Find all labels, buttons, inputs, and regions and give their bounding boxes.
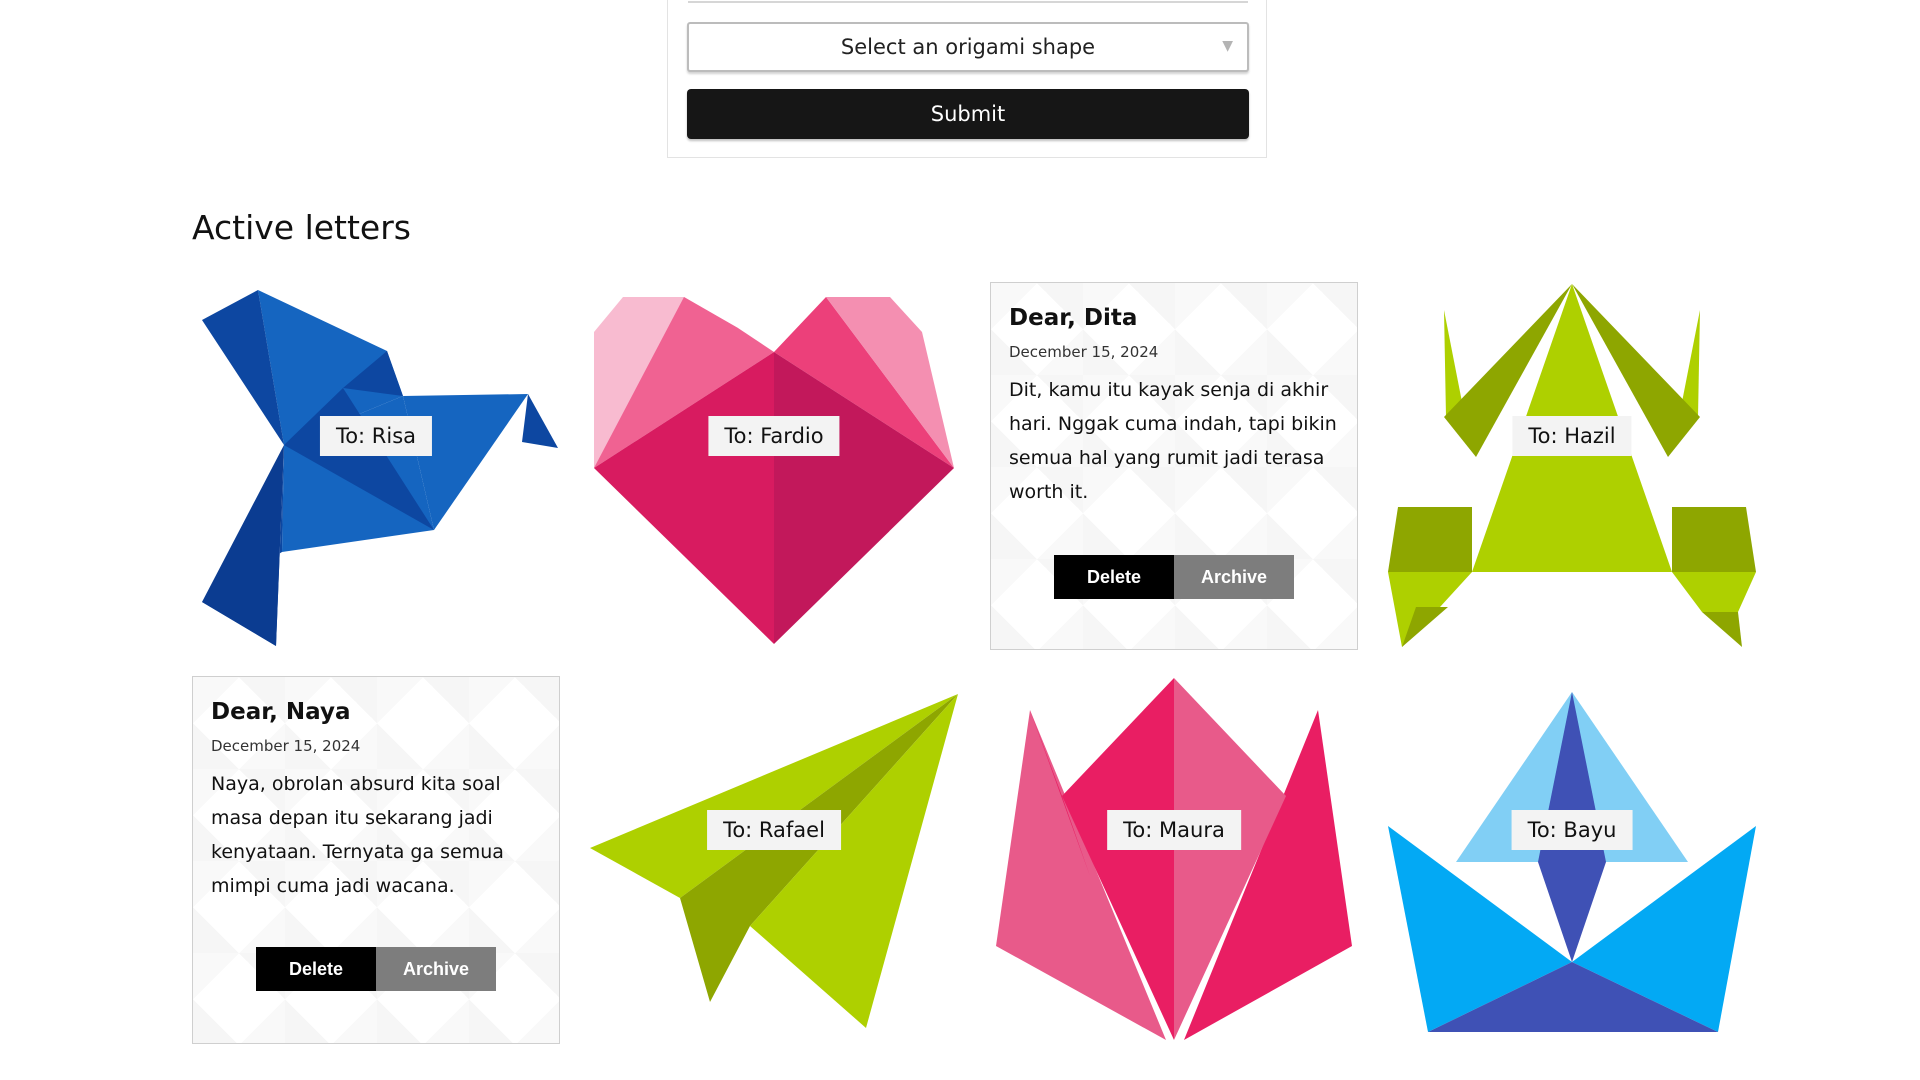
archive-button[interactable]: Archive: [1174, 555, 1294, 599]
letter-recipient-label[interactable]: To: Bayu: [1511, 810, 1633, 850]
letter-actions: Delete Archive: [193, 947, 559, 991]
letter-recipient-label[interactable]: To: Maura: [1107, 810, 1241, 850]
heart-icon: [594, 297, 954, 644]
delete-button[interactable]: Delete: [1054, 555, 1174, 599]
letter-heading: Dear, Naya: [211, 699, 351, 725]
letter-date: December 15, 2024: [1009, 343, 1159, 361]
dropdown-arrow-icon: ▼: [1222, 38, 1233, 54]
letter-card-naya: Dear, Naya December 15, 2024 Naya, obrol…: [192, 676, 560, 1044]
letter-body: Naya, obrolan absurd kita soal masa depa…: [211, 773, 504, 897]
letter-card-risa[interactable]: To: Risa: [192, 282, 560, 650]
origami-shape-select-value: Select an origami shape: [840, 35, 1096, 59]
letter-card-fardio[interactable]: To: Fardio: [590, 282, 958, 650]
form-divider: [688, 1, 1248, 3]
letter-card-dita: Dear, Dita December 15, 2024 Dit, kamu i…: [990, 282, 1358, 650]
letter-recipient-label[interactable]: To: Hazil: [1512, 416, 1632, 456]
letter-card-hazil[interactable]: To: Hazil: [1388, 282, 1756, 650]
frog-icon: [1388, 284, 1756, 647]
letter-card-rafael[interactable]: To: Rafael: [590, 676, 958, 1044]
archive-button[interactable]: Archive: [376, 947, 496, 991]
letter-heading: Dear, Dita: [1009, 305, 1138, 331]
letter-recipient-label[interactable]: To: Fardio: [708, 416, 840, 456]
paper-plane-icon: [590, 694, 958, 1028]
submit-button[interactable]: Submit: [687, 89, 1249, 139]
letter-card-maura[interactable]: To: Maura: [990, 676, 1358, 1044]
boat-icon: [1388, 692, 1756, 1032]
letter-date: December 15, 2024: [211, 737, 361, 755]
delete-button[interactable]: Delete: [256, 947, 376, 991]
bird-icon: [202, 290, 558, 646]
open-letter: Dear, Dita December 15, 2024 Dit, kamu i…: [990, 282, 1358, 650]
letter-card-bayu[interactable]: To: Bayu: [1388, 676, 1756, 1044]
new-letter-form: Select an origami shape ▼ Submit: [667, 0, 1267, 158]
letter-body: Dit, kamu itu kayak senja di akhir hari.…: [1009, 379, 1337, 503]
section-title: Active letters: [192, 208, 411, 247]
open-letter: Dear, Naya December 15, 2024 Naya, obrol…: [192, 676, 560, 1044]
tulip-icon: [996, 678, 1352, 1040]
letter-recipient-label[interactable]: To: Risa: [319, 416, 433, 456]
letter-actions: Delete Archive: [991, 555, 1357, 599]
letter-recipient-label[interactable]: To: Rafael: [707, 810, 841, 850]
origami-shape-select[interactable]: Select an origami shape ▼: [687, 22, 1249, 72]
